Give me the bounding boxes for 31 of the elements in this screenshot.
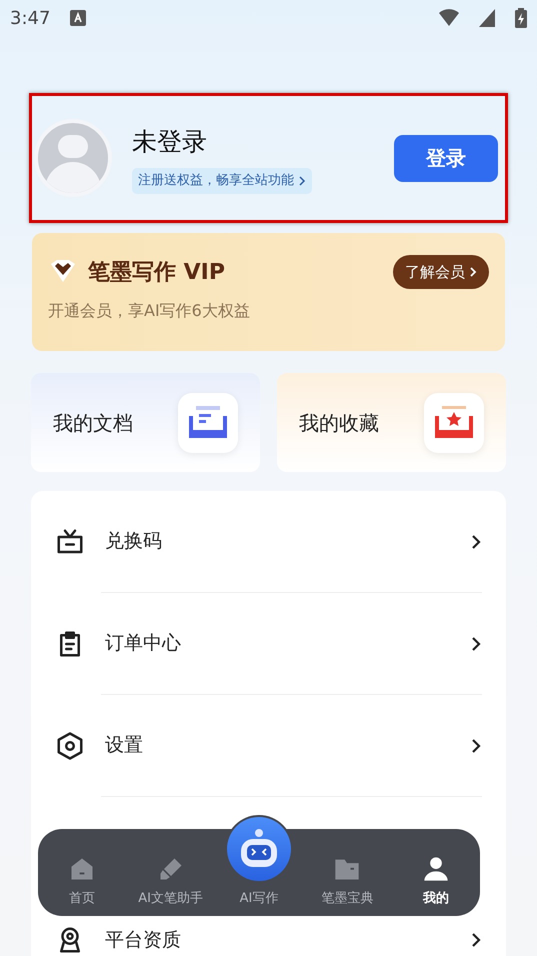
tab-item[interactable]: 首页: [38, 854, 126, 908]
signal-icon: [479, 9, 495, 27]
chevron-right-icon: [469, 266, 477, 278]
promo-link[interactable]: 注册送权益，畅享全站功能: [132, 168, 312, 194]
quick-access-card[interactable]: 我的收藏: [277, 373, 506, 472]
login-status-title: 未登录: [132, 126, 208, 158]
person-icon: [422, 854, 450, 882]
keyboard-notification-icon: [70, 10, 86, 26]
settings-icon: [55, 730, 85, 760]
login-button[interactable]: 登录: [394, 134, 498, 182]
tab-item[interactable]: AI写作: [214, 814, 304, 908]
chevron-right-icon: [298, 174, 306, 187]
gift-box-icon: [55, 526, 85, 556]
menu-row[interactable]: 平台资质: [55, 918, 482, 956]
chevron-right-icon: [470, 532, 482, 550]
vip-title: 笔墨写作 VIP: [88, 258, 225, 286]
menu-row[interactable]: 设置: [55, 695, 482, 796]
tab-item[interactable]: 笔墨宝典: [303, 854, 392, 908]
chevron-right-icon: [470, 931, 482, 949]
menu-row[interactable]: 订单中心: [55, 593, 482, 694]
battery-icon: [515, 8, 527, 28]
status-time: 3:47: [10, 6, 50, 30]
menu-row[interactable]: 兑换码: [55, 491, 482, 592]
wifi-icon: [439, 9, 459, 27]
learn-membership-button[interactable]: 了解会员: [393, 255, 489, 289]
chevron-right-icon: [470, 634, 482, 652]
quick-access-card[interactable]: 我的文档: [31, 373, 260, 472]
tab-item[interactable]: AI文笔助手: [126, 854, 215, 908]
tab-item[interactable]: 我的: [392, 854, 480, 908]
chevron-right-icon: [470, 736, 482, 754]
vip-subtitle: 开通会员，享AI写作6大权益: [48, 300, 251, 322]
